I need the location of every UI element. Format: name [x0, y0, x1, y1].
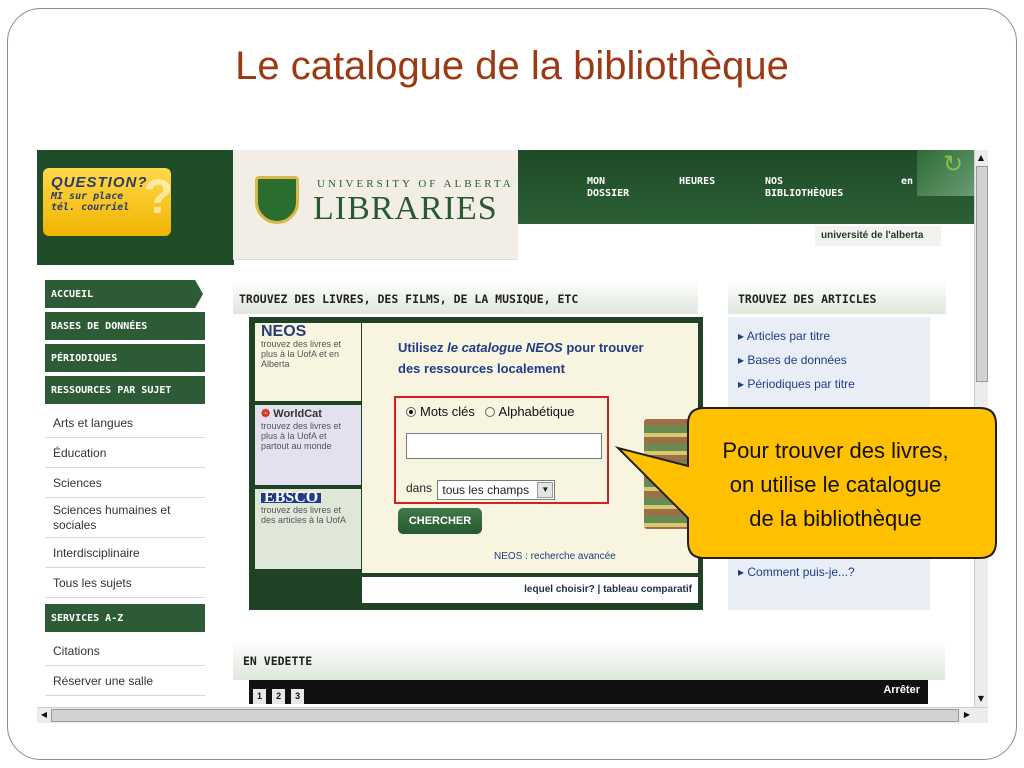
nav-label-2: BIBLIOTHÈQUES — [765, 188, 844, 199]
radio-alphabetical-label: Alphabétique — [498, 404, 575, 419]
nav-language[interactable]: en — [901, 176, 913, 188]
search-intro: Utilisez le catalogue NEOS pour trouver … — [398, 340, 644, 376]
field-select[interactable]: tous les champs ▼ — [437, 480, 556, 500]
article-link[interactable]: ▸ Comment puis-je...? — [738, 565, 855, 589]
search-button[interactable]: CHERCHER — [398, 508, 482, 534]
sidebar-subject[interactable]: Tous les sujets — [45, 568, 205, 598]
callout-line: Pour trouver des livres, — [722, 438, 949, 463]
tab-ebsco[interactable]: EBSCO trouvez des livres et des articles… — [255, 489, 361, 569]
sidebar-item-bases[interactable]: BASES DE DONNÉES — [45, 312, 205, 340]
nav-label-2: en — [901, 176, 914, 187]
sidebar-item-services[interactable]: SERVICES A-Z — [45, 604, 205, 632]
question-button[interactable]: QUESTION? MI sur place tél. courriel ? — [43, 168, 173, 236]
horizontal-scroll-thumb[interactable] — [51, 709, 959, 722]
nav-bibliotheques[interactable]: NOS BIBLIOTHÈQUES — [765, 176, 843, 200]
slider-pager: 1 2 3 — [253, 684, 305, 704]
slide-title: Le catalogue de la bibliothèque — [235, 44, 789, 88]
engine-name: ❁ WorldCat — [261, 408, 322, 420]
slider-page[interactable]: 2 — [272, 689, 286, 704]
search-input[interactable] — [406, 433, 602, 459]
uofa-link[interactable]: université de l'alberta — [815, 226, 941, 246]
radio-keywords[interactable] — [406, 407, 416, 417]
engine-desc: trouvez des livres et des articles à la … — [261, 505, 347, 525]
chevron-down-icon: ▼ — [537, 482, 554, 498]
sidebar-subject[interactable]: Arts et langues — [45, 408, 205, 438]
engine-name: NEOS — [261, 323, 307, 340]
logo-title: LIBRARIES — [313, 190, 498, 227]
advanced-search-link[interactable]: NEOS : recherche avancée — [494, 551, 616, 562]
scroll-right-icon[interactable]: ▶ — [961, 709, 973, 721]
callout: Pour trouver des livres, on utilise le c… — [674, 408, 997, 560]
radio-keywords-label: Mots clés — [420, 404, 475, 419]
slider-page[interactable]: 3 — [291, 689, 305, 704]
vertical-scroll-thumb[interactable] — [976, 166, 988, 382]
find-articles-heading: TROUVEZ DES ARTICLES — [728, 280, 946, 314]
sidebar-subject[interactable]: Sciences humaines et sociales — [45, 498, 205, 538]
search-highlight-box: Mots clés Alphabétique dans tous les cha… — [394, 396, 609, 504]
sidebar-subject[interactable]: Interdisciplinaire — [45, 538, 205, 568]
nav-mon-dossier[interactable]: MON DOSSIER — [587, 176, 629, 200]
scroll-left-icon[interactable]: ◀ — [38, 709, 50, 721]
nav-label-2: HEURES — [679, 176, 716, 187]
field-label: dans — [406, 481, 433, 495]
sidebar-service[interactable]: Citations — [45, 636, 205, 666]
sidebar-item-ressources[interactable]: RESSOURCES PAR SUJET — [45, 376, 205, 404]
tab-neos[interactable]: NEOS trouvez des livres et plus à la Uof… — [255, 323, 361, 401]
sidebar: ACCUEIL BASES DE DONNÉES PÉRIODIQUES RES… — [45, 280, 205, 696]
nav-heures[interactable]: HEURES — [679, 176, 715, 188]
article-link[interactable]: ▸ Bases de données — [738, 353, 920, 377]
library-logo[interactable]: UNIVERSITY OF ALBERTA LIBRARIES — [233, 150, 518, 260]
field-selector: dans tous les champs ▼ — [406, 478, 556, 500]
tab-worldcat[interactable]: ❁ WorldCat trouvez des livres et plus à … — [255, 405, 361, 485]
callout-line: de la bibliothèque — [749, 506, 922, 531]
engine-desc: trouvez des livres et plus à la UofA et … — [261, 421, 342, 451]
scroll-down-icon[interactable]: ▼ — [975, 693, 987, 705]
horizontal-scrollbar[interactable]: ◀ ▶ — [37, 707, 988, 723]
compare-links[interactable]: lequel choisir? | tableau comparatif — [362, 577, 698, 603]
radio-alphabetical[interactable] — [484, 407, 495, 417]
sidebar-item-accueil[interactable]: ACCUEIL — [45, 280, 203, 308]
nav-label-1: NOS — [765, 176, 784, 187]
engine-tabs: NEOS trouvez des livres et plus à la Uof… — [255, 323, 361, 573]
engine-name: EBSCO — [261, 490, 322, 506]
engine-desc: trouvez des livres et plus à la UofA et … — [261, 339, 342, 369]
callout-text: Pour trouver des livres, on utilise le c… — [674, 408, 997, 560]
logo-subtitle: UNIVERSITY OF ALBERTA — [317, 178, 514, 190]
question-mark-icon: ? — [143, 171, 173, 224]
sidebar-item-periodiques[interactable]: PÉRIODIQUES — [45, 344, 205, 372]
slider-page[interactable]: 1 — [253, 689, 266, 704]
find-books-heading: TROUVEZ DES LIVRES, DES FILMS, DE LA MUS… — [233, 280, 698, 314]
nav-label-2: DOSSIER — [587, 188, 630, 199]
field-select-value: tous les champs — [442, 483, 530, 497]
featured-heading: EN VEDETTE — [233, 640, 945, 680]
callout-line: on utilise le catalogue — [729, 472, 942, 497]
slider-stop-button[interactable]: Arrêter — [883, 684, 920, 696]
sidebar-service[interactable]: Réserver une salle — [45, 666, 205, 696]
sidebar-subject[interactable]: Sciences — [45, 468, 205, 498]
accessibility-icon[interactable]: ↻ — [943, 150, 973, 180]
article-link[interactable]: ▸ Périodiques par titre — [738, 377, 920, 401]
crest-icon — [255, 176, 299, 224]
featured-slider: 1 2 3 Arrêter — [249, 680, 928, 704]
article-link[interactable]: ▸ Articles par titre — [738, 329, 920, 353]
sidebar-subject[interactable]: Éducation — [45, 438, 205, 468]
search-mode: Mots clés Alphabétique — [406, 404, 574, 419]
nav-label-1: MON — [587, 176, 606, 187]
scroll-up-icon[interactable]: ▲ — [975, 152, 987, 164]
